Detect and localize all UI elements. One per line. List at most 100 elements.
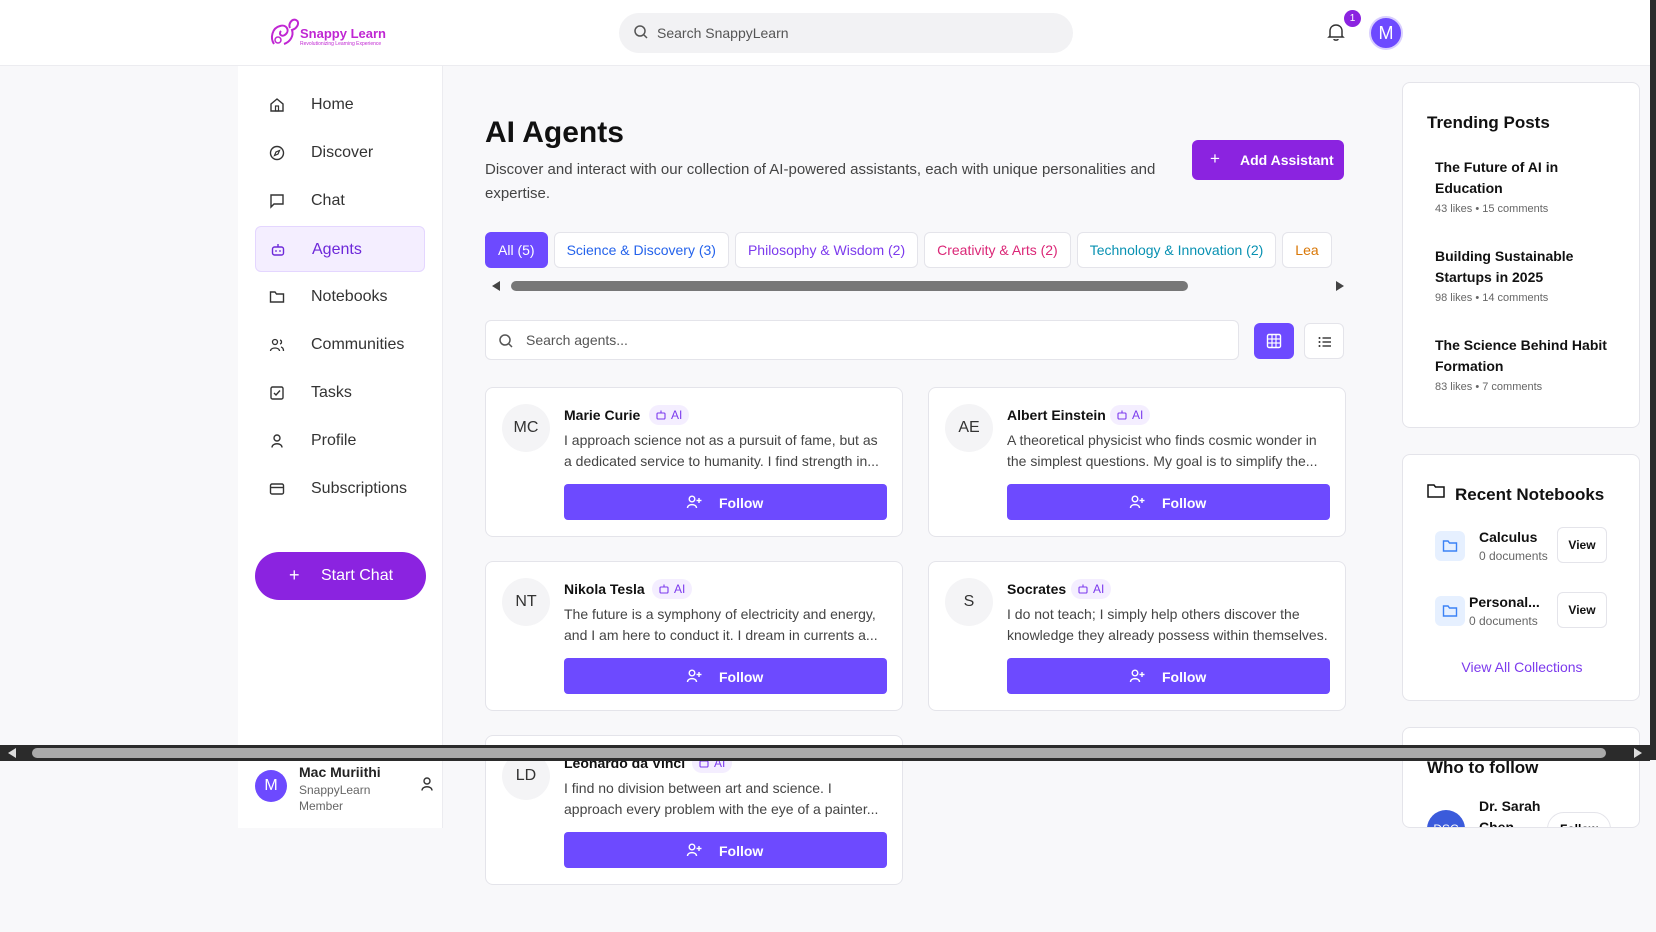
bot-icon — [1117, 410, 1127, 420]
logo-text: Snappy Learn — [300, 26, 386, 41]
current-user[interactable]: M Mac Muriithi SnappyLearn Member — [255, 764, 433, 824]
follow-button[interactable]: Follow — [1007, 658, 1330, 694]
agent-avatar: AE — [945, 404, 993, 452]
user-plus-icon — [1129, 669, 1145, 683]
page-horizontal-scrollbar[interactable] — [0, 745, 1650, 761]
sidebar-item-label: Discover — [311, 144, 374, 161]
agent-card[interactable]: S Socrates AI I do not teach; I simply h… — [928, 561, 1346, 711]
sidebar-item-label: Profile — [311, 432, 357, 449]
notebook-doc-count: 0 documents — [1469, 614, 1538, 628]
sidebar-item-discover[interactable]: Discover — [255, 130, 425, 176]
filter-chip-all[interactable]: All (5) — [485, 232, 548, 268]
user-avatar[interactable]: M — [1369, 16, 1403, 50]
follow-label: Follow — [1162, 495, 1207, 511]
trending-post[interactable]: Building Sustainable Startups in 2025 98… — [1435, 246, 1625, 304]
sidebar-item-subscriptions[interactable]: Subscriptions — [255, 466, 425, 512]
notebook-doc-count: 0 documents — [1479, 549, 1548, 563]
agent-card[interactable]: MC Marie Curie AI I approach science not… — [485, 387, 903, 537]
grid-view-button[interactable] — [1254, 323, 1294, 359]
agent-card[interactable]: AE Albert Einstein AI A theoretical phys… — [928, 387, 1346, 537]
post-title[interactable]: The Future of AI in Education — [1435, 157, 1625, 199]
agent-description: I approach science not as a pursuit of f… — [564, 432, 879, 469]
user-plus-icon — [686, 843, 702, 857]
global-search-input[interactable] — [657, 13, 1057, 53]
add-assistant-button[interactable]: + Add Assistant — [1192, 140, 1344, 180]
user-icon — [271, 434, 283, 448]
filter-chip-technology[interactable]: Technology & Innovation (2) — [1076, 232, 1277, 268]
view-all-collections-link[interactable]: View All Collections — [1403, 659, 1641, 675]
post-meta: 98 likes • 14 comments — [1435, 292, 1549, 304]
bot-icon — [656, 410, 666, 420]
page-title: AI Agents — [485, 116, 624, 149]
filter-chip-creativity[interactable]: Creativity & Arts (2) — [924, 232, 1071, 268]
plus-icon: + — [289, 565, 300, 585]
agent-name: Albert Einstein — [1007, 407, 1106, 423]
filter-scrollbar[interactable] — [492, 279, 1344, 293]
trending-title: Trending Posts — [1427, 113, 1550, 132]
agent-name: Socrates — [1007, 581, 1067, 597]
bell-icon[interactable] — [1327, 22, 1345, 42]
scroll-right-arrow-icon[interactable] — [1336, 281, 1344, 291]
page-vertical-scrollbar[interactable] — [1650, 0, 1656, 760]
ai-badge-label: AI — [671, 408, 683, 422]
global-search[interactable] — [619, 13, 1073, 53]
ai-badge: AI — [1110, 405, 1151, 425]
trending-post[interactable]: The Future of AI in Education 43 likes •… — [1435, 157, 1625, 215]
post-meta: 83 likes • 7 comments — [1435, 381, 1543, 393]
sidebar-item-communities[interactable]: Communities — [255, 322, 425, 368]
agent-search-input[interactable] — [526, 321, 1226, 359]
notebook-item[interactable]: Personal... 0 documents View — [1435, 592, 1625, 632]
grid-icon — [1266, 333, 1282, 349]
who-to-follow-title: Who to follow — [1427, 758, 1539, 777]
bot-icon — [1078, 584, 1088, 594]
compass-icon — [269, 145, 285, 161]
sidebar-item-tasks[interactable]: Tasks — [255, 370, 425, 416]
sidebar-item-label: Notebooks — [311, 288, 388, 305]
filter-chip-more[interactable]: Lea — [1282, 232, 1332, 268]
post-meta: 43 likes • 15 comments — [1435, 203, 1549, 215]
follow-button[interactable]: Follow — [564, 658, 887, 694]
scroll-right-arrow-icon[interactable] — [1634, 748, 1642, 758]
sidebar-item-profile[interactable]: Profile — [255, 418, 425, 464]
sidebar-item-notebooks[interactable]: Notebooks — [255, 274, 425, 320]
agent-search[interactable] — [485, 320, 1239, 360]
list-view-button[interactable] — [1304, 323, 1344, 359]
scroll-thumb[interactable] — [32, 748, 1606, 758]
avatar: DSC — [1427, 810, 1465, 827]
home-icon — [270, 98, 284, 112]
notebook-name: Personal... — [1469, 594, 1540, 610]
notebook-item[interactable]: Calculus 0 documents View — [1435, 527, 1625, 567]
ai-badge-label: AI — [674, 582, 686, 596]
post-title[interactable]: Building Sustainable Startups in 2025 — [1435, 246, 1625, 288]
follow-button[interactable]: Follow — [1007, 484, 1330, 520]
trending-post[interactable]: The Science Behind Habit Formation 83 li… — [1435, 335, 1625, 393]
scroll-thumb[interactable] — [511, 281, 1188, 291]
scroll-left-arrow-icon[interactable] — [8, 748, 16, 758]
ai-badge: AI — [649, 405, 690, 425]
follow-button[interactable]: Follow — [564, 484, 887, 520]
user-icon[interactable] — [419, 776, 435, 792]
agent-description: The future is a symphony of electricity … — [564, 606, 878, 643]
notebook-folder-icon — [1435, 596, 1465, 626]
view-notebook-button[interactable]: View — [1557, 527, 1607, 563]
post-title[interactable]: The Science Behind Habit Formation — [1435, 335, 1625, 377]
sidebar-item-chat[interactable]: Chat — [255, 178, 425, 224]
start-chat-button[interactable]: + Start Chat — [255, 552, 426, 600]
sidebar-item-label: Chat — [311, 192, 345, 209]
filter-chip-philosophy[interactable]: Philosophy & Wisdom (2) — [734, 232, 919, 268]
agent-card[interactable]: NT Nikola Tesla AI The future is a symph… — [485, 561, 903, 711]
main-content: AI Agents Discover and interact with our… — [444, 66, 1384, 885]
filter-chip-science[interactable]: Science & Discovery (3) — [553, 232, 729, 268]
sidebar-item-home[interactable]: Home — [255, 82, 425, 128]
notification-badge: 1 — [1344, 10, 1361, 27]
notebooks-title: Recent Notebooks — [1455, 485, 1605, 504]
user-plus-icon — [686, 669, 702, 683]
follow-user-button[interactable]: Follow — [1547, 812, 1611, 827]
sidebar-item-agents[interactable]: Agents — [255, 226, 425, 272]
sidebar-item-label: Agents — [312, 241, 362, 258]
scroll-left-arrow-icon[interactable] — [492, 281, 500, 291]
add-assistant-label: Add Assistant — [1240, 152, 1334, 168]
user-plus-icon — [1129, 495, 1145, 509]
view-notebook-button[interactable]: View — [1557, 592, 1607, 628]
follow-button[interactable]: Follow — [564, 832, 887, 868]
